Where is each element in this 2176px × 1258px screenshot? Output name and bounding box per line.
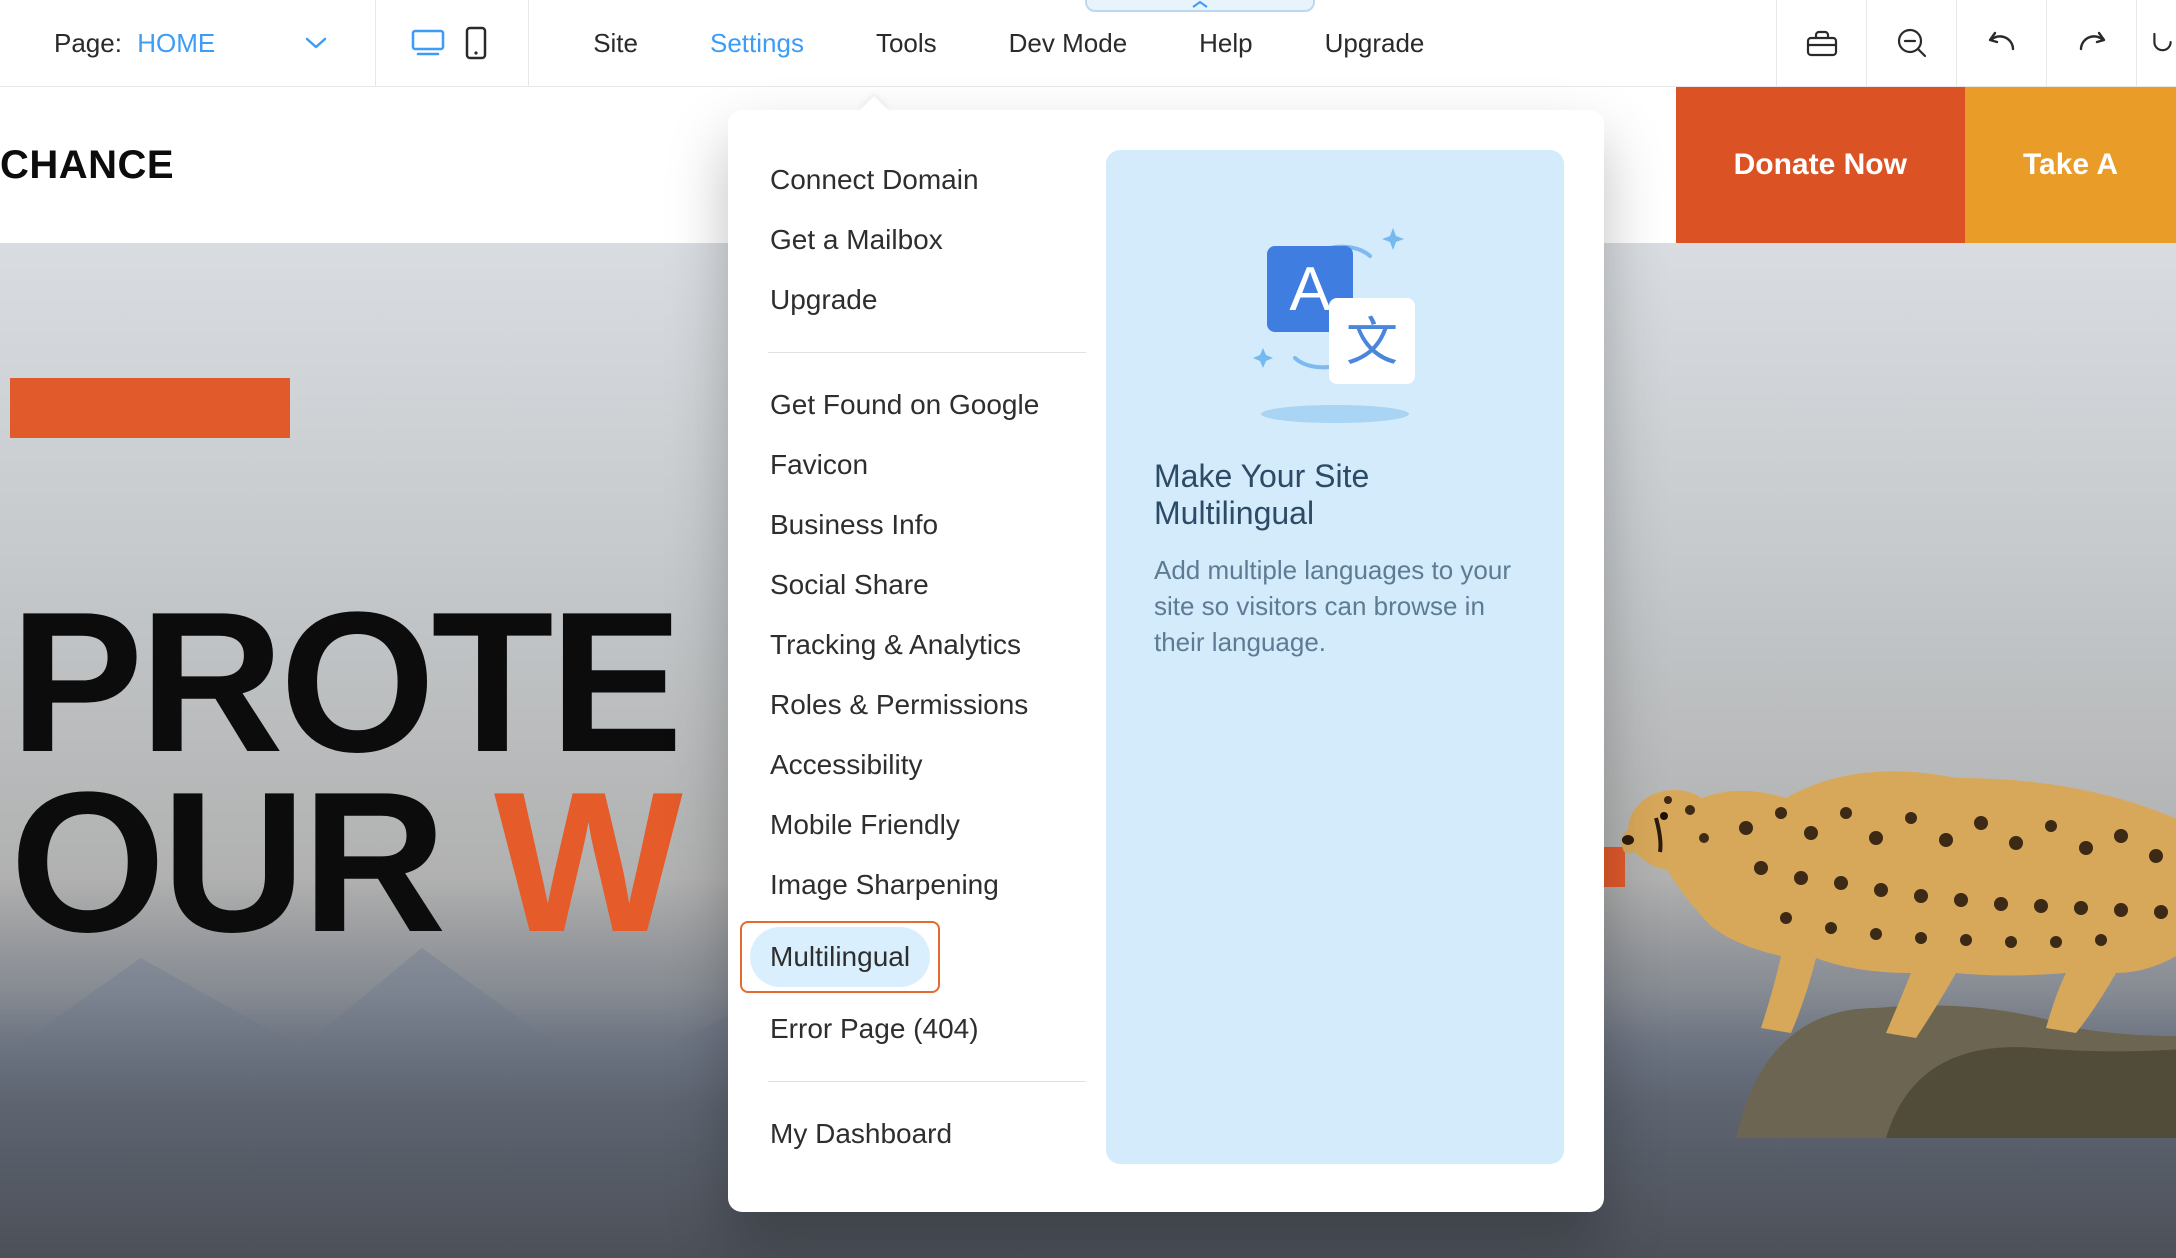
redo-icon[interactable] xyxy=(2046,0,2136,86)
desktop-view-icon[interactable] xyxy=(404,17,452,69)
cta-row: Donate Now Take A xyxy=(1676,87,2176,243)
menu-dev-mode[interactable]: Dev Mode xyxy=(973,0,1164,86)
settings-item-favicon[interactable]: Favicon xyxy=(768,435,1086,495)
settings-item-get-mailbox[interactable]: Get a Mailbox xyxy=(768,210,1086,270)
settings-item-error-page[interactable]: Error Page (404) xyxy=(768,999,1086,1059)
zoom-out-icon[interactable] xyxy=(1866,0,1956,86)
svg-text:文: 文 xyxy=(1346,314,1398,372)
menu-upgrade[interactable]: Upgrade xyxy=(1289,0,1461,86)
headline-line2-a: OUR xyxy=(10,751,494,974)
device-toggle xyxy=(376,0,529,86)
settings-preview-pane: A 文 Make Your Site Multilingual Add mult… xyxy=(1106,150,1564,1164)
donate-now-button[interactable]: Donate Now xyxy=(1676,87,1965,243)
page-value: HOME xyxy=(137,28,215,59)
settings-item-get-found[interactable]: Get Found on Google xyxy=(768,375,1086,435)
preview-title: Make Your Site Multilingual xyxy=(1154,458,1516,532)
headline-line2-b: W xyxy=(494,751,679,974)
more-icon[interactable] xyxy=(2136,0,2176,86)
chevron-down-icon xyxy=(305,36,327,50)
settings-item-connect-domain[interactable]: Connect Domain xyxy=(768,150,1086,210)
page-label: Page: xyxy=(54,28,122,59)
divider xyxy=(768,1081,1086,1082)
top-collapse-notch[interactable] xyxy=(1085,0,1315,12)
site-brand: CHANCE xyxy=(0,143,174,188)
settings-item-multilingual-highlight: Multilingual xyxy=(768,921,1086,993)
settings-dropdown: Connect Domain Get a Mailbox Upgrade Get… xyxy=(728,110,1604,1212)
accent-bar xyxy=(10,378,290,438)
settings-item-roles[interactable]: Roles & Permissions xyxy=(768,675,1086,735)
settings-item-business-info[interactable]: Business Info xyxy=(768,495,1086,555)
divider xyxy=(768,352,1086,353)
cheetah-image xyxy=(1556,578,2176,1138)
mobile-view-icon[interactable] xyxy=(452,15,500,71)
menu-settings[interactable]: Settings xyxy=(674,0,840,86)
svg-text:A: A xyxy=(1289,255,1331,324)
page-selector[interactable]: Page: HOME xyxy=(0,0,376,86)
settings-item-mobile-friendly[interactable]: Mobile Friendly xyxy=(768,795,1086,855)
settings-item-dashboard[interactable]: My Dashboard xyxy=(768,1104,1086,1164)
settings-item-social-share[interactable]: Social Share xyxy=(768,555,1086,615)
toolbox-icon[interactable] xyxy=(1776,0,1866,86)
main-menu: Site Settings Tools Dev Mode Help Upgrad… xyxy=(529,0,1776,86)
editor-topbar: Page: HOME Site Settings Tools Dev Mode … xyxy=(0,0,2176,87)
hero-headline: PROTE OUR W xyxy=(10,593,679,953)
menu-tools[interactable]: Tools xyxy=(840,0,973,86)
settings-item-accessibility[interactable]: Accessibility xyxy=(768,735,1086,795)
settings-item-tracking[interactable]: Tracking & Analytics xyxy=(768,615,1086,675)
take-action-button[interactable]: Take A xyxy=(1965,87,2176,243)
settings-item-image-sharpening[interactable]: Image Sharpening xyxy=(768,855,1086,915)
preview-description: Add multiple languages to your site so v… xyxy=(1154,552,1516,661)
settings-item-multilingual[interactable]: Multilingual xyxy=(750,927,930,987)
menu-help[interactable]: Help xyxy=(1163,0,1288,86)
multilingual-illustration: A 文 xyxy=(1154,198,1516,428)
undo-icon[interactable] xyxy=(1956,0,2046,86)
menu-site[interactable]: Site xyxy=(557,0,674,86)
right-tools xyxy=(1776,0,2176,86)
settings-item-upgrade[interactable]: Upgrade xyxy=(768,270,1086,330)
settings-menu-list: Connect Domain Get a Mailbox Upgrade Get… xyxy=(768,150,1106,1164)
highlight-frame: Multilingual xyxy=(740,921,940,993)
